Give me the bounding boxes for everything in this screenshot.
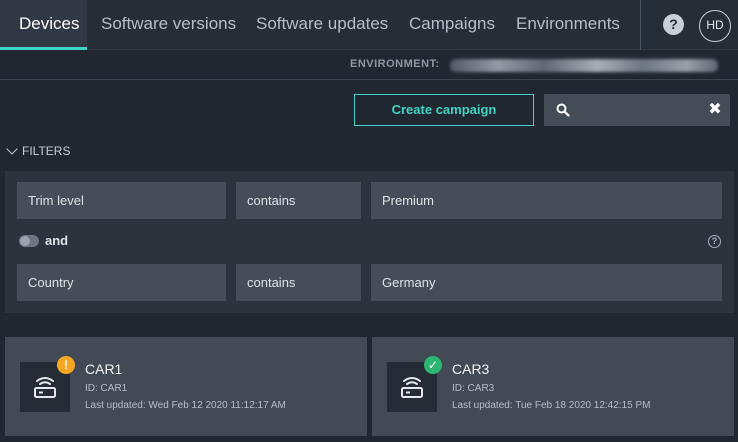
tab-software-versions[interactable]: Software versions	[101, 0, 236, 50]
combinator-toggle[interactable]	[19, 235, 39, 247]
tab-environments[interactable]: Environments	[516, 0, 620, 50]
filters-label: FILTERS	[22, 144, 71, 158]
device-card[interactable]: ! CAR1 ID: CAR1 Last updated: Wed Feb 12…	[5, 337, 367, 436]
nav-divider	[640, 0, 641, 50]
device-name: CAR3	[452, 361, 490, 377]
filter-field-select[interactable]: Country	[17, 264, 226, 301]
create-campaign-button[interactable]: Create campaign	[354, 94, 534, 126]
combinator-label: and	[45, 233, 69, 248]
device-id: ID: CAR1	[85, 383, 128, 394]
tab-campaigns[interactable]: Campaigns	[409, 0, 495, 50]
device-last-updated: Last updated: Tue Feb 18 2020 12:42:15 P…	[452, 400, 651, 411]
environment-value-obscured	[450, 59, 718, 72]
filter-operator-select[interactable]: contains	[236, 264, 361, 301]
help-icon[interactable]: ?	[663, 14, 684, 35]
filters-toggle[interactable]: FILTERS	[6, 143, 71, 160]
environment-bar: ENVIRONMENT:	[0, 51, 738, 80]
filter-panel: Trim level contains Premium and ? Countr…	[5, 171, 734, 313]
tab-software-updates[interactable]: Software updates	[256, 0, 388, 50]
avatar[interactable]: HD	[699, 10, 731, 42]
filter-value-input[interactable]: Premium	[371, 182, 722, 219]
filter-operator-select[interactable]: contains	[236, 182, 361, 219]
chevron-down-icon	[6, 143, 18, 155]
device-card[interactable]: ✓ CAR3 ID: CAR3 Last updated: Tue Feb 18…	[372, 337, 734, 436]
filter-value-input[interactable]: Germany	[371, 264, 722, 301]
search-box[interactable]: ✖	[544, 94, 730, 126]
device-name: CAR1	[85, 361, 123, 377]
check-icon: ✓	[424, 356, 442, 374]
environment-label: ENVIRONMENT:	[350, 58, 440, 70]
close-icon[interactable]: ✖	[707, 102, 723, 118]
search-icon	[556, 103, 570, 117]
warning-icon: !	[57, 356, 75, 374]
filter-field-select[interactable]: Trim level	[17, 182, 226, 219]
search-input[interactable]	[578, 100, 698, 120]
top-nav: Devices Software versions Software updat…	[0, 0, 738, 50]
filter-help-icon[interactable]: ?	[708, 235, 721, 248]
device-id: ID: CAR3	[452, 383, 495, 394]
tab-devices[interactable]: Devices	[0, 0, 87, 50]
device-last-updated: Last updated: Wed Feb 12 2020 11:12:17 A…	[85, 400, 286, 411]
